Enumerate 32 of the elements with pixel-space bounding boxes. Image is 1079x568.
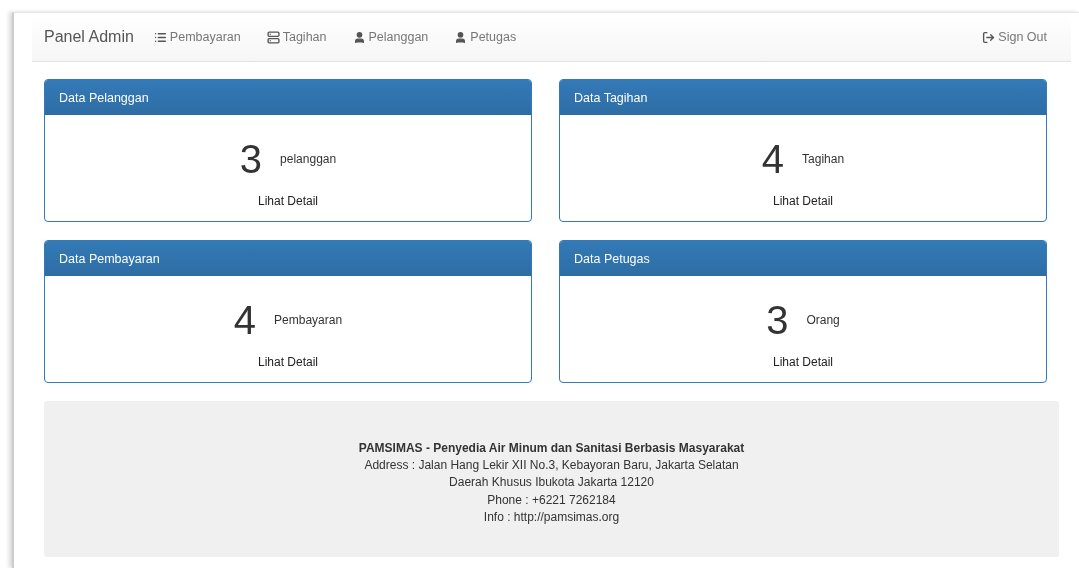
footer-line: Daerah Khusus Ibukota Jakarta 12120 [449,474,654,491]
server-icon [266,30,280,44]
count-value: 3 [766,297,789,343]
count-unit: pelanggan [280,152,337,166]
user-icon [454,30,468,44]
panel-heading: Data Pembayaran [45,241,531,276]
nav-link[interactable]: Tagihan [266,30,327,44]
count-value: 4 [761,136,785,182]
footer-line: Info : http://pamsimas.org [483,509,620,526]
detail-link[interactable]: Lihat Detail [772,355,833,369]
panel-heading: Data Petugas [560,241,1046,276]
panel-heading: Data Pelanggan [45,80,531,115]
detail-link[interactable]: Lihat Detail [772,194,833,208]
detail-link[interactable]: Lihat Detail [257,355,318,369]
user-icon [352,30,366,44]
list-icon [153,30,167,44]
count-value: 3 [239,136,263,182]
nav-link[interactable]: Pelanggan [352,30,429,44]
count-unit: Pembayaran [274,313,343,327]
footer-line: Phone : +6221 7262184 [487,491,616,509]
nav-link[interactable]: Petugas [454,30,517,44]
count-unit: Tagihan [802,152,845,166]
nav-link[interactable]: Pembayaran [153,30,241,44]
sign-out-icon [982,30,996,44]
brand-link[interactable]: Panel Admin [44,28,134,46]
footer-title: PAMSIMAS - Penyedia Air Minum dan Sanitasi Berbasis Masyarakat [358,439,745,457]
panel-heading: Data Tagihan [560,80,1046,115]
detail-link[interactable]: Lihat Detail [257,194,318,208]
footer-line: Address : Jalan Hang Lekir XII No.3, Kebayoran Baru, Jakarta Selatan [364,456,739,474]
sign-out-link[interactable]: Sign Out [982,30,1047,44]
count-value: 4 [233,297,257,343]
count-unit: Orang [806,313,840,327]
